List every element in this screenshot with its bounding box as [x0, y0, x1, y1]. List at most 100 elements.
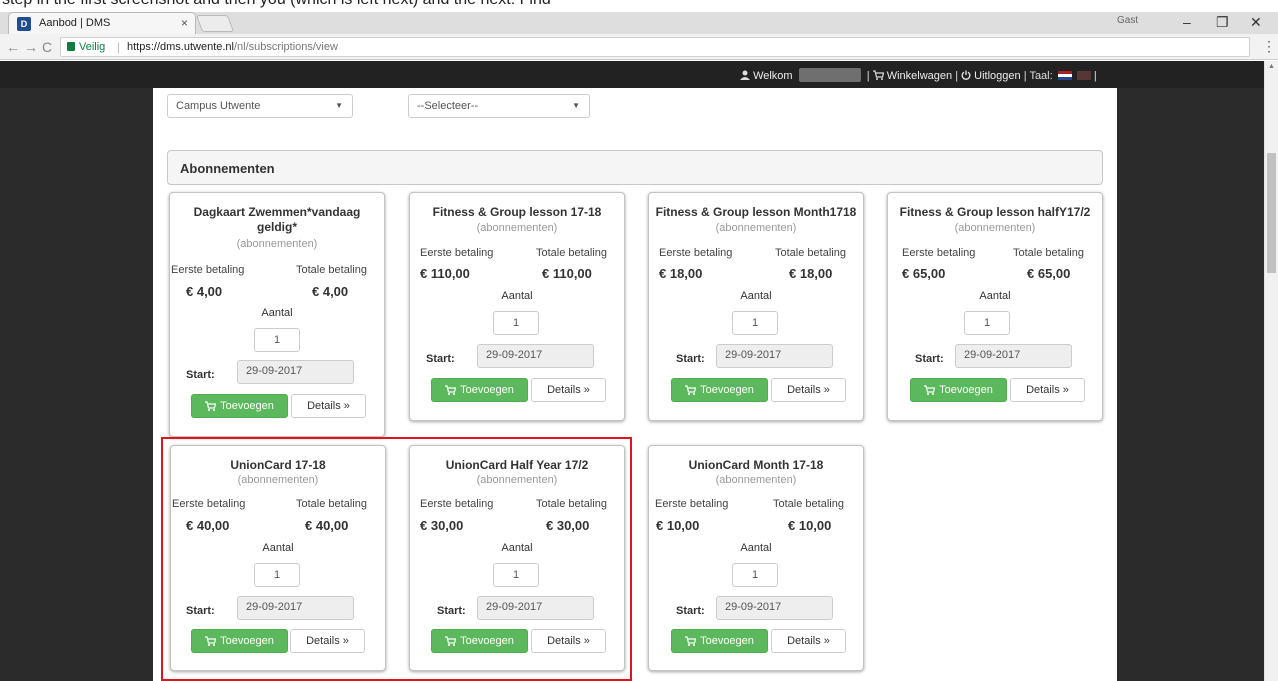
- maximize-icon[interactable]: ❐: [1216, 14, 1229, 31]
- details-button[interactable]: Details »: [771, 629, 846, 653]
- section-heading: Abonnementen: [167, 150, 1103, 185]
- card-title: Fitness & Group lesson Month1718: [655, 205, 857, 219]
- total-payment-label: Totale betaling: [1013, 247, 1084, 259]
- header-separator: |: [1023, 70, 1027, 82]
- first-payment-label: Eerste betaling: [420, 247, 494, 259]
- subscription-card: Fitness & Group lesson halfY17/2 (abonne…: [887, 192, 1103, 421]
- logout-link[interactable]: Uitloggen: [974, 70, 1020, 82]
- scroll-up-icon[interactable]: ▲: [1268, 63, 1275, 70]
- total-payment-value: € 110,00: [542, 266, 592, 281]
- url-separator: |: [117, 40, 121, 54]
- page-scrollbar[interactable]: ▲: [1264, 61, 1278, 681]
- new-tab-button[interactable]: [195, 15, 235, 32]
- card-category: (abonnementen): [476, 222, 558, 234]
- url-text: https://dms.utwente.nl/nl/subscriptions/…: [127, 41, 338, 53]
- url-host: https://dms.utwente.nl: [127, 41, 234, 53]
- add-to-cart-button[interactable]: Toevoegen: [671, 629, 768, 653]
- secure-label: Veilig: [79, 41, 106, 53]
- card-title: Dagkaart Zwemmen*vandaag geldig*: [193, 205, 361, 234]
- details-button[interactable]: Details »: [771, 378, 846, 402]
- cart-icon: [685, 385, 697, 395]
- total-payment-label: Totale betaling: [296, 264, 367, 276]
- quantity-label: Aantal: [740, 290, 772, 302]
- document-text-strip: step in the first screenshot and then yo…: [0, 0, 1278, 12]
- quantity-input[interactable]: 1: [254, 328, 300, 352]
- first-payment-value: € 18,00: [659, 266, 703, 281]
- english-flag-icon[interactable]: [1076, 71, 1091, 80]
- quantity-label: Aantal: [740, 542, 772, 554]
- start-date-field[interactable]: 29-09-2017: [237, 360, 354, 384]
- reload-icon[interactable]: C: [42, 39, 52, 55]
- tab-title: Aanbod | DMS: [39, 17, 111, 29]
- start-label: Start:: [426, 353, 455, 365]
- browser-toolbar: ← → C Veilig | https://dms.utwente.nl/nl…: [0, 34, 1278, 60]
- cart-icon: [205, 401, 217, 411]
- add-to-cart-button[interactable]: Toevoegen: [671, 378, 768, 402]
- add-button-label: Toevoegen: [700, 635, 754, 647]
- blurred-username: [798, 68, 861, 82]
- quantity-input[interactable]: 1: [732, 311, 778, 335]
- start-date-field[interactable]: 29-09-2017: [716, 344, 833, 368]
- first-payment-value: € 65,00: [902, 266, 946, 281]
- header-links: Welkom | Winkelwagen | Uitloggen | Taal:…: [740, 68, 1097, 82]
- total-payment-value: € 4,00: [312, 284, 349, 299]
- forward-icon[interactable]: →: [24, 39, 38, 55]
- address-bar[interactable]: Veilig | https://dms.utwente.nl/nl/subsc…: [60, 37, 1250, 57]
- details-button[interactable]: Details »: [531, 378, 606, 402]
- card-title: Fitness & Group lesson 17-18: [432, 205, 602, 219]
- add-button-label: Toevoegen: [939, 384, 993, 396]
- quantity-label: Aantal: [261, 307, 293, 319]
- scrollbar-thumb[interactable]: [1267, 153, 1276, 273]
- add-button-label: Toevoegen: [460, 384, 514, 396]
- start-date-field[interactable]: 29-09-2017: [716, 596, 833, 620]
- tab-close-icon[interactable]: ×: [181, 16, 188, 30]
- user-icon: [740, 70, 750, 80]
- close-window-icon[interactable]: ✕: [1250, 14, 1262, 31]
- quantity-label: Aantal: [979, 290, 1011, 302]
- browser-tab[interactable]: D Aanbod | DMS ×: [8, 12, 196, 34]
- back-icon[interactable]: ←: [6, 39, 20, 55]
- card-category: (abonnementen): [715, 222, 797, 234]
- quantity-input[interactable]: 1: [732, 563, 778, 587]
- start-date-field[interactable]: 29-09-2017: [477, 344, 594, 368]
- site-favicon-icon: D: [17, 17, 31, 31]
- details-button[interactable]: Details »: [291, 394, 366, 418]
- quantity-input[interactable]: 1: [964, 311, 1010, 335]
- quantity-label: Aantal: [501, 290, 533, 302]
- highlight-box: [161, 437, 632, 681]
- section-title: Abonnementen: [180, 161, 275, 176]
- browser-profile-label[interactable]: Gast: [1117, 15, 1138, 26]
- welcome-link[interactable]: Welkom: [753, 70, 793, 82]
- add-button-label: Toevoegen: [220, 400, 274, 412]
- document-text: step in the first screenshot and then yo…: [2, 0, 551, 9]
- browser-menu-icon[interactable]: ⋮: [1262, 38, 1276, 55]
- add-to-cart-button[interactable]: Toevoegen: [910, 378, 1007, 402]
- header-separator: |: [866, 70, 870, 82]
- total-payment-label: Totale betaling: [773, 498, 844, 510]
- total-payment-value: € 18,00: [789, 266, 833, 281]
- dutch-flag-icon[interactable]: [1057, 71, 1072, 80]
- cart-link[interactable]: Winkelwagen: [887, 70, 952, 82]
- start-label: Start:: [186, 369, 215, 381]
- card-category: (abonnementen): [715, 474, 797, 486]
- site-header: Welkom | Winkelwagen | Uitloggen | Taal:…: [0, 61, 1264, 88]
- start-label: Start:: [676, 353, 705, 365]
- subscription-card: Fitness & Group lesson 17-18 (abonnement…: [409, 192, 625, 421]
- add-to-cart-button[interactable]: Toevoegen: [191, 394, 288, 418]
- location-select-value: Campus Utwente: [176, 100, 261, 112]
- total-payment-value: € 10,00: [788, 518, 832, 533]
- start-date-field[interactable]: 29-09-2017: [955, 344, 1072, 368]
- quantity-input[interactable]: 1: [493, 311, 539, 335]
- start-label: Start:: [676, 605, 705, 617]
- subscription-card: Dagkaart Zwemmen*vandaag geldig* (abonne…: [169, 192, 385, 437]
- minimize-icon[interactable]: –: [1183, 14, 1191, 30]
- category-select[interactable]: --Selecteer-- ▼: [408, 94, 590, 118]
- first-payment-label: Eerste betaling: [902, 247, 976, 259]
- add-to-cart-button[interactable]: Toevoegen: [431, 378, 528, 402]
- details-button[interactable]: Details »: [1010, 378, 1085, 402]
- location-select[interactable]: Campus Utwente ▼: [167, 94, 353, 118]
- cart-icon: [685, 636, 697, 646]
- browser-tab-bar: D Aanbod | DMS × Gast – ❐ ✕: [0, 12, 1278, 34]
- first-payment-value: € 110,00: [420, 266, 470, 281]
- first-payment-value: € 4,00: [186, 284, 223, 299]
